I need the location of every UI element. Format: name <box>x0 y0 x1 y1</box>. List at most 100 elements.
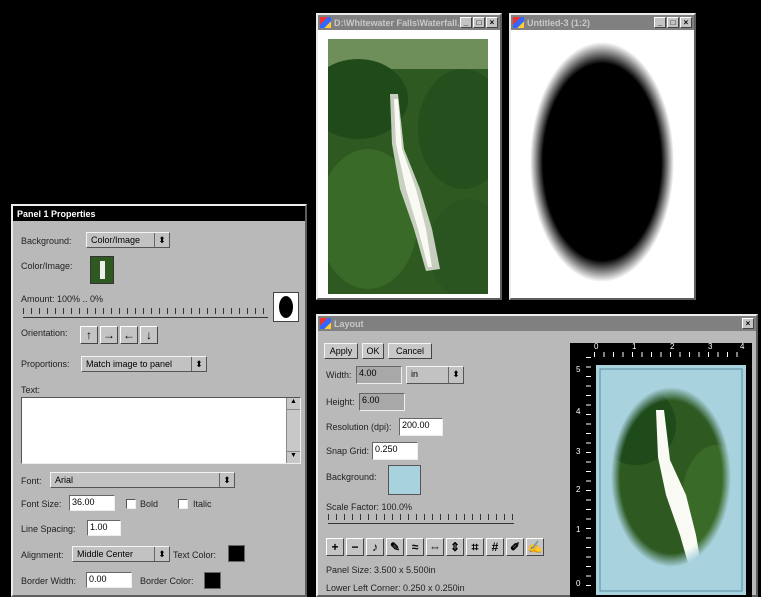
dropdown-arrow-icon: ⬍ <box>219 473 234 487</box>
waterfall-photo <box>328 39 488 294</box>
unit-value: in <box>411 369 419 379</box>
ruler-left: 5 4 3 2 1 0 <box>570 357 592 593</box>
close-button[interactable]: × <box>486 17 498 28</box>
bordercolor-swatch[interactable] <box>204 572 221 589</box>
height-input[interactable]: 6.00 <box>359 393 405 411</box>
background-swatch[interactable] <box>388 465 421 495</box>
brush-icon[interactable]: ✎ <box>386 538 404 556</box>
waterfall-window[interactable]: D:\Whitewater Falls\Waterfall.jpg _ □ × <box>316 13 502 300</box>
amount-preview <box>273 292 299 322</box>
untitled-window[interactable]: Untitled-3 (1:2) _ □ × <box>509 13 696 300</box>
ruler-label: 4 <box>740 342 745 351</box>
panel-size-text: Panel Size: 3.500 x 5.500in <box>326 565 436 575</box>
textcolor-label: Text Color: <box>173 550 217 560</box>
bold-label: Bold <box>140 499 159 509</box>
layout-preview[interactable]: 0 1 2 3 4 5 4 3 2 1 0 <box>570 342 752 597</box>
ruler-label: 3 <box>576 447 581 456</box>
untitled-titlebar[interactable]: Untitled-3 (1:2) _ □ × <box>511 15 694 30</box>
edit-icon[interactable]: ✍ <box>526 538 544 556</box>
app-icon <box>320 17 331 28</box>
borderwidth-input[interactable]: 0.00 <box>86 572 132 588</box>
flip-horizontal-icon[interactable]: ⇔ <box>426 538 444 556</box>
width-input[interactable]: 4.00 <box>356 366 402 384</box>
pin-icon[interactable]: ♪ <box>366 538 384 556</box>
alignment-value: Middle Center <box>77 549 134 559</box>
flip-vertical-icon[interactable]: ⇕ <box>446 538 464 556</box>
bg-label: Background: <box>326 472 377 482</box>
alignment-select[interactable]: Middle Center ⬍ <box>72 546 170 562</box>
text-area[interactable]: ▲ ▼ <box>21 397 301 464</box>
grid-icon[interactable]: # <box>486 538 504 556</box>
colorimage-label: Color/Image: <box>21 261 73 271</box>
ruler-label: 2 <box>670 342 675 351</box>
add-icon[interactable]: + <box>326 538 344 556</box>
italic-label: Italic <box>193 499 212 509</box>
snap-label: Snap Grid: <box>326 446 370 456</box>
layout-titlebar[interactable]: Layout × <box>318 316 756 331</box>
proportions-label: Proportions: <box>21 359 70 369</box>
fit-icon[interactable]: ⌗ <box>466 538 484 556</box>
fontsize-label: Font Size: <box>21 499 62 509</box>
page-canvas[interactable] <box>596 365 746 595</box>
window-title: D:\Whitewater Falls\Waterfall.jpg <box>334 17 459 28</box>
scroll-down-icon[interactable]: ▼ <box>287 451 300 463</box>
text-scrollbar[interactable]: ▲ ▼ <box>286 398 300 463</box>
ruler-label: 3 <box>708 342 713 351</box>
scroll-up-icon[interactable]: ▲ <box>287 398 300 410</box>
remove-icon[interactable]: − <box>346 538 364 556</box>
panel-properties-window[interactable]: Panel 1 Properties Background: Color/Ima… <box>11 204 307 597</box>
background-value: Color/Image <box>91 235 141 245</box>
textcolor-swatch[interactable] <box>228 545 245 562</box>
panel-oval-image[interactable] <box>596 365 746 595</box>
bold-checkbox[interactable] <box>126 499 136 509</box>
dropdown-arrow-icon: ⬍ <box>154 233 169 247</box>
ruler-label: 5 <box>576 365 581 374</box>
cancel-button[interactable]: Cancel <box>388 343 432 359</box>
linespacing-label: Line Spacing: <box>21 524 76 534</box>
ruler-label: 4 <box>576 407 581 416</box>
app-icon <box>513 17 524 28</box>
italic-checkbox[interactable] <box>178 499 188 509</box>
bordercolor-label: Border Color: <box>140 576 194 586</box>
dropdown-arrow-icon: ⬍ <box>154 547 169 561</box>
pen-icon[interactable]: ✐ <box>506 538 524 556</box>
arrow-left-icon[interactable]: ← <box>120 326 138 344</box>
app-icon <box>320 318 331 329</box>
proportions-select[interactable]: Match image to panel ⬍ <box>81 356 207 372</box>
proportions-value: Match image to panel <box>86 359 173 369</box>
amount-slider[interactable] <box>23 304 268 318</box>
linespacing-input[interactable]: 1.00 <box>87 520 121 536</box>
lower-left-text: Lower Left Corner: 0.250 x 0.250in <box>326 583 465 593</box>
dropdown-arrow-icon: ⬍ <box>448 367 463 383</box>
layout-window[interactable]: Layout × Apply OK Cancel Width: 4.00 in ⬍… <box>316 314 758 597</box>
text-label: Text: <box>21 385 41 395</box>
close-button[interactable]: × <box>680 17 692 28</box>
waterfall-titlebar[interactable]: D:\Whitewater Falls\Waterfall.jpg _ □ × <box>318 15 500 30</box>
arrow-up-icon[interactable]: ↑ <box>80 326 98 344</box>
scale-slider[interactable] <box>328 510 514 524</box>
resolution-label: Resolution (dpi): <box>326 422 392 432</box>
background-label: Background: <box>21 236 72 246</box>
minimize-button[interactable]: _ <box>460 17 472 28</box>
apply-button[interactable]: Apply <box>324 343 358 359</box>
background-select[interactable]: Color/Image ⬍ <box>86 232 170 248</box>
maximize-button[interactable]: □ <box>667 17 679 28</box>
maximize-button[interactable]: □ <box>473 17 485 28</box>
arrow-right-icon[interactable]: → <box>100 326 118 344</box>
font-select[interactable]: Arial ⬍ <box>50 472 235 488</box>
orientation-label: Orientation: <box>21 328 68 338</box>
ruler-top: 0 1 2 3 4 <box>594 342 745 357</box>
colorimage-thumbnail[interactable] <box>90 256 114 284</box>
resolution-input[interactable]: 200.00 <box>399 418 443 436</box>
panel-titlebar[interactable]: Panel 1 Properties <box>13 206 305 221</box>
arrow-down-icon[interactable]: ↓ <box>140 326 158 344</box>
fontsize-input[interactable]: 36.00 <box>69 495 115 511</box>
amount-label: Amount: 100% .. 0% <box>21 294 104 304</box>
ok-button[interactable]: OK <box>362 343 384 359</box>
minimize-button[interactable]: _ <box>654 17 666 28</box>
wave-icon[interactable]: ≈ <box>406 538 424 556</box>
width-label: Width: <box>326 370 352 380</box>
snap-input[interactable]: 0.250 <box>372 442 418 460</box>
close-button[interactable]: × <box>742 318 754 329</box>
unit-select[interactable]: in ⬍ <box>406 366 464 384</box>
